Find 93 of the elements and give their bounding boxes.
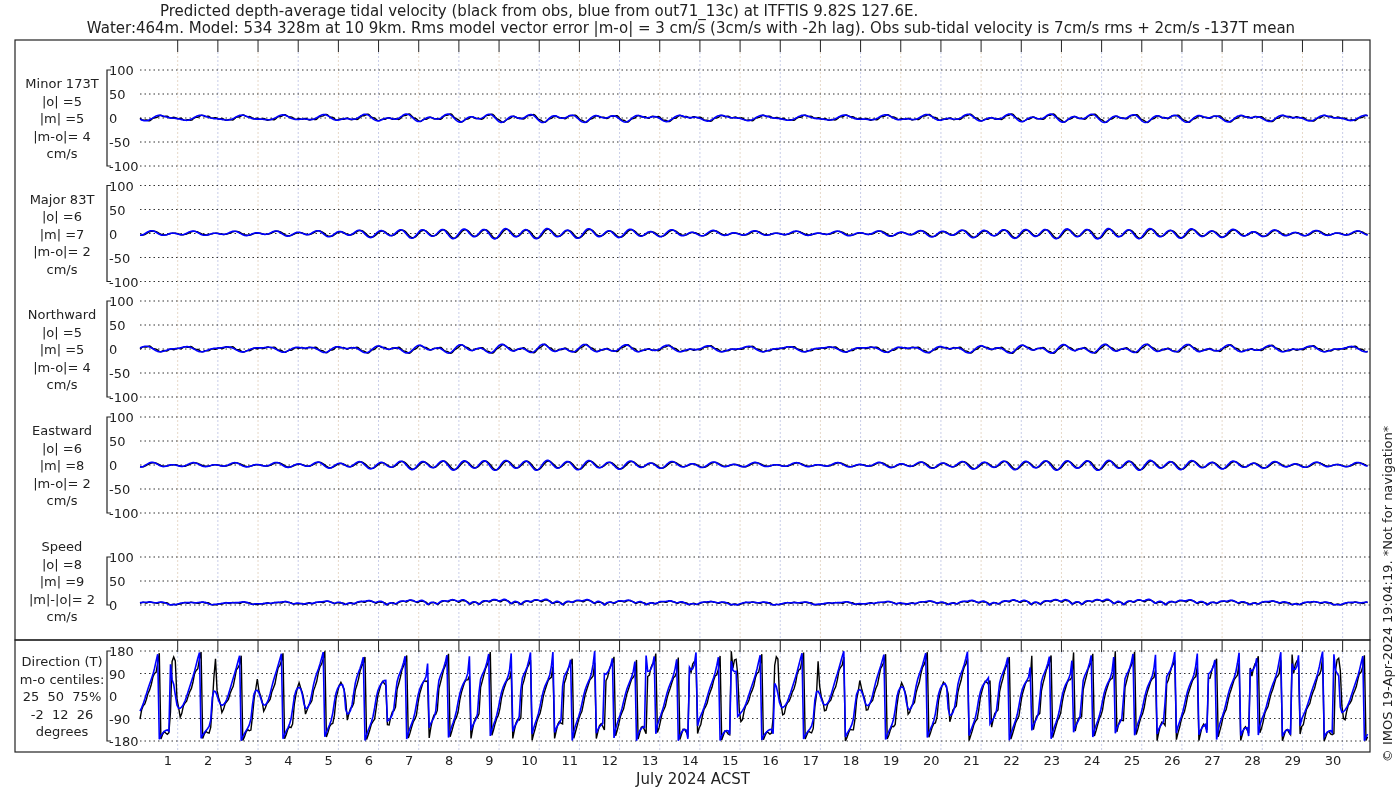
chart-title: Predicted depth-average tidal velocity (black from obs, blue from out71_13c) at ITFTIS 9.82S 127.6E. <box>160 2 919 20</box>
y-tick-label: 50 <box>109 87 126 102</box>
x-tick-label: 28 <box>1244 753 1261 768</box>
x-tick-label: 30 <box>1324 753 1342 768</box>
x-tick-label: 11 <box>561 753 578 768</box>
panel-label: cm/s <box>46 261 78 277</box>
y-tick-label: -100 <box>109 390 139 405</box>
panel-label: |m| =8 <box>39 458 85 473</box>
panel-label: |o| =6 <box>42 440 82 456</box>
x-tick-label: 6 <box>364 753 373 768</box>
y-tick-label: -100 <box>109 159 139 174</box>
y-tick-label: -90 <box>109 711 131 727</box>
x-tick-label: 5 <box>324 753 333 768</box>
copyright-notice: © IMOS 19-Apr-2024 19:04:19. *Not for navigation* <box>1380 425 1395 763</box>
y-tick-label: 50 <box>109 202 126 218</box>
y-tick-label: 90 <box>109 666 126 682</box>
x-tick-label: 29 <box>1284 753 1302 768</box>
panel-label: cm/s <box>46 146 78 161</box>
y-tick-label: -50 <box>109 250 131 266</box>
x-tick-label: 1 <box>163 753 173 768</box>
panel-label: cm/s <box>46 609 78 624</box>
panel-label: |m-o|= 4 <box>33 359 91 375</box>
panel-label: |o| =8 <box>42 556 82 572</box>
y-tick-label: 0 <box>109 598 118 613</box>
panel-label: |m| =5 <box>39 342 85 357</box>
x-tick-label: 14 <box>681 753 699 768</box>
panel-label: -2 12 26 <box>30 706 94 722</box>
y-tick-label: 0 <box>109 458 118 473</box>
panel-label: Direction (T) <box>21 654 103 669</box>
panel-label: |o| =6 <box>42 209 82 224</box>
x-axis-label: July 2024 ACST <box>636 770 750 788</box>
chart-subtitle: Water:464m. Model: 534 328m at 10 9km. Rms model vector error |m-o| = 3 cm/s (3cm/s with -2h lag). Obs sub-tidal velocity is 7cm/s rms + 2cm/s -137T mean <box>86 19 1296 37</box>
panel-label: degrees <box>35 724 89 739</box>
panel-label: |o| =5 <box>42 324 82 340</box>
panel-label: Speed <box>41 539 83 554</box>
x-tick-label: 22 <box>1003 753 1020 768</box>
y-tick-label: 50 <box>109 318 126 333</box>
y-axis <box>106 556 112 606</box>
x-tick-label: 26 <box>1164 753 1181 768</box>
x-tick-label: 10 <box>521 753 538 768</box>
x-tick-label: 2 <box>204 753 213 768</box>
panel-label: cm/s <box>46 377 78 392</box>
x-tick-label: 4 <box>284 753 293 768</box>
y-tick-label: 100 <box>109 63 134 78</box>
y-tick-label: -100 <box>109 506 139 521</box>
y-tick-label: 0 <box>109 342 118 357</box>
y-tick-label: 100 <box>109 550 134 565</box>
panel-label: |m-o|= 4 <box>33 128 91 144</box>
panel-label: Major 83T <box>29 191 95 207</box>
x-tick-label: 24 <box>1083 753 1101 768</box>
x-tick-label: 18 <box>842 753 860 768</box>
x-tick-label: 23 <box>1043 753 1060 768</box>
x-tick-label: 15 <box>722 753 739 768</box>
panel-label: |o| =5 <box>42 93 82 109</box>
panel-label: m-o centiles: <box>19 671 105 687</box>
y-tick-label: 0 <box>109 111 118 126</box>
x-tick-label: 7 <box>404 753 414 768</box>
y-tick-label: 50 <box>109 434 126 449</box>
x-tick-label: 13 <box>641 753 659 768</box>
y-tick-label: -50 <box>109 482 131 497</box>
panel-label: |m-o|= 2 <box>33 475 91 491</box>
x-tick-label: 12 <box>601 753 619 768</box>
x-tick-label: 21 <box>963 753 980 768</box>
panel-label: Minor 173T <box>25 76 99 91</box>
x-tick-label: 20 <box>922 753 940 768</box>
y-tick-label: -50 <box>109 135 131 150</box>
y-tick-label: -180 <box>109 734 139 749</box>
panel-label: 25 50 75% <box>22 689 102 704</box>
panel-label: Northward <box>27 307 97 322</box>
y-tick-label: -100 <box>109 274 139 290</box>
x-tick-label: 19 <box>882 753 900 768</box>
y-tick-label: 100 <box>109 294 134 309</box>
x-tick-label: 9 <box>485 753 494 768</box>
x-tick-label: 3 <box>244 753 253 768</box>
panel-label: cm/s <box>46 493 78 508</box>
y-tick-label: -50 <box>109 366 131 381</box>
panel-label: |m| =9 <box>39 574 85 589</box>
y-tick-label: 100 <box>109 178 134 194</box>
x-tick-label: 16 <box>762 753 779 768</box>
panel-label: |m| =5 <box>39 111 85 126</box>
y-tick-label: 100 <box>109 410 134 425</box>
x-tick-label: 27 <box>1204 753 1221 768</box>
x-tick-label: 8 <box>445 753 454 768</box>
panel-label: |m-o|= 2 <box>33 244 91 259</box>
panel-label: |m|-|o|= 2 <box>28 591 96 607</box>
y-tick-label: 0 <box>109 226 118 242</box>
y-tick-label: 180 <box>109 644 134 659</box>
y-tick-label: 0 <box>109 689 118 704</box>
x-tick-label: 17 <box>802 753 819 768</box>
panel-label: |m| =7 <box>39 226 85 242</box>
x-tick-label: 25 <box>1123 753 1141 768</box>
y-tick-label: 50 <box>109 574 126 589</box>
panel-label: Eastward <box>32 423 92 438</box>
